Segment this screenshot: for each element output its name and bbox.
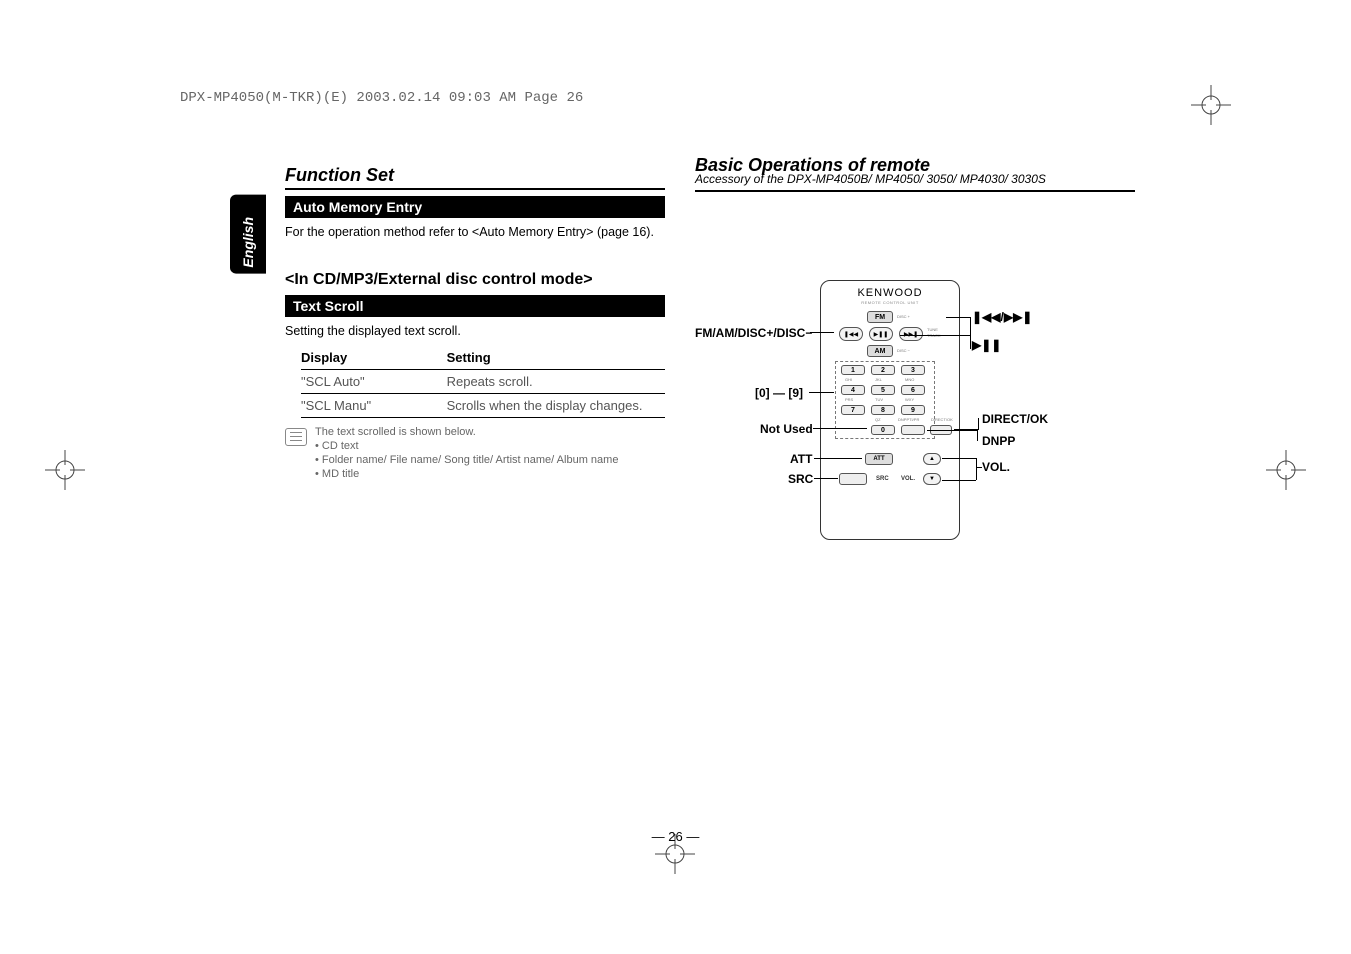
settings-table: Display Setting "SCL Auto" Repeats scrol…	[301, 346, 665, 418]
num-7-button: 7	[841, 405, 865, 415]
disc-minus-label: DISC −	[897, 348, 910, 353]
remote-brand-label: KENWOOD	[821, 287, 959, 299]
subheading-cd-mode: <In CD/MP3/External disc control mode>	[285, 271, 665, 289]
tune-label: TUNE	[927, 327, 938, 332]
label-att: ATT	[790, 452, 812, 466]
note-text: The text scrolled is shown below. • CD t…	[315, 426, 618, 482]
body-auto-memory: For the operation method refer to <Auto …	[285, 224, 665, 241]
play-pause-button: ▶❚❚	[869, 327, 893, 341]
prev-track-button: ❚◀◀	[839, 327, 863, 341]
page-number: — 26 —	[0, 829, 1351, 844]
vol-down-button: ▼	[923, 473, 941, 485]
body-text-scroll: Setting the displayed text scroll.	[285, 323, 665, 340]
label-not-used: Not Used	[760, 422, 813, 436]
label-tune-symbols: ❚◀◀/▶▶❚	[972, 310, 1032, 324]
fm-button: FM	[867, 311, 893, 323]
language-tab: English	[230, 195, 266, 274]
table-cell: "SCL Auto"	[301, 369, 447, 393]
num-1-button: 1	[841, 365, 865, 375]
crop-mark-icon	[45, 450, 85, 490]
am-button: AM	[867, 345, 893, 357]
src-label: SRC	[876, 476, 889, 482]
att-button: ATT	[865, 453, 893, 465]
vol-up-button: ▲	[923, 453, 941, 465]
num-8-button: 8	[871, 405, 895, 415]
num-9-button: 9	[901, 405, 925, 415]
disc-plus-label: DISC +	[897, 314, 910, 319]
remote-sub-label: REMOTE CONTROL UNIT	[821, 300, 959, 305]
note-icon	[285, 428, 307, 446]
num-5-button: 5	[871, 385, 895, 395]
remote-diagram: KENWOOD REMOTE CONTROL UNIT FM DISC + ❚◀…	[700, 280, 1130, 560]
label-fm-am-disc: FM/AM/DISC+/DISC−	[695, 326, 812, 340]
src-button	[839, 473, 867, 485]
label-num-keys: [0] — [9]	[755, 386, 803, 400]
label-vol: VOL.	[982, 460, 1010, 474]
num-6-button: 6	[901, 385, 925, 395]
label-direct: DIRECT/OK	[982, 412, 1048, 426]
section-subtitle-remote: Accessory of the DPX-MP4050B/ MP4050/ 30…	[695, 172, 1135, 186]
table-row: "SCL Auto" Repeats scroll.	[301, 369, 665, 393]
next-track-button: ▶▶❚	[899, 327, 923, 341]
table-cell: Scrolls when the display changes.	[447, 393, 665, 417]
label-src: SRC	[788, 472, 813, 486]
table-row: "SCL Manu" Scrolls when the display chan…	[301, 393, 665, 417]
num-2-button: 2	[871, 365, 895, 375]
heading-auto-memory: Auto Memory Entry	[285, 196, 665, 218]
table-cell: Repeats scroll.	[447, 369, 665, 393]
vol-label: VOL.	[901, 476, 915, 482]
crop-mark-icon	[1266, 450, 1306, 490]
dnpp-button	[901, 425, 925, 435]
num-0-button: 0	[871, 425, 895, 435]
label-play-symbol: ▶❚❚	[972, 338, 1001, 352]
table-cell: "SCL Manu"	[301, 393, 447, 417]
table-header-display: Display	[301, 346, 447, 370]
label-dnpp: DNPP	[982, 434, 1015, 448]
num-3-button: 3	[901, 365, 925, 375]
table-header-setting: Setting	[447, 346, 665, 370]
num-4-button: 4	[841, 385, 865, 395]
heading-text-scroll: Text Scroll	[285, 295, 665, 317]
print-header: DPX-MP4050(M-TKR)(E) 2003.02.14 09:03 AM…	[180, 90, 583, 106]
section-title-function-set: Function Set	[285, 165, 665, 190]
crop-mark-icon	[1191, 85, 1231, 125]
